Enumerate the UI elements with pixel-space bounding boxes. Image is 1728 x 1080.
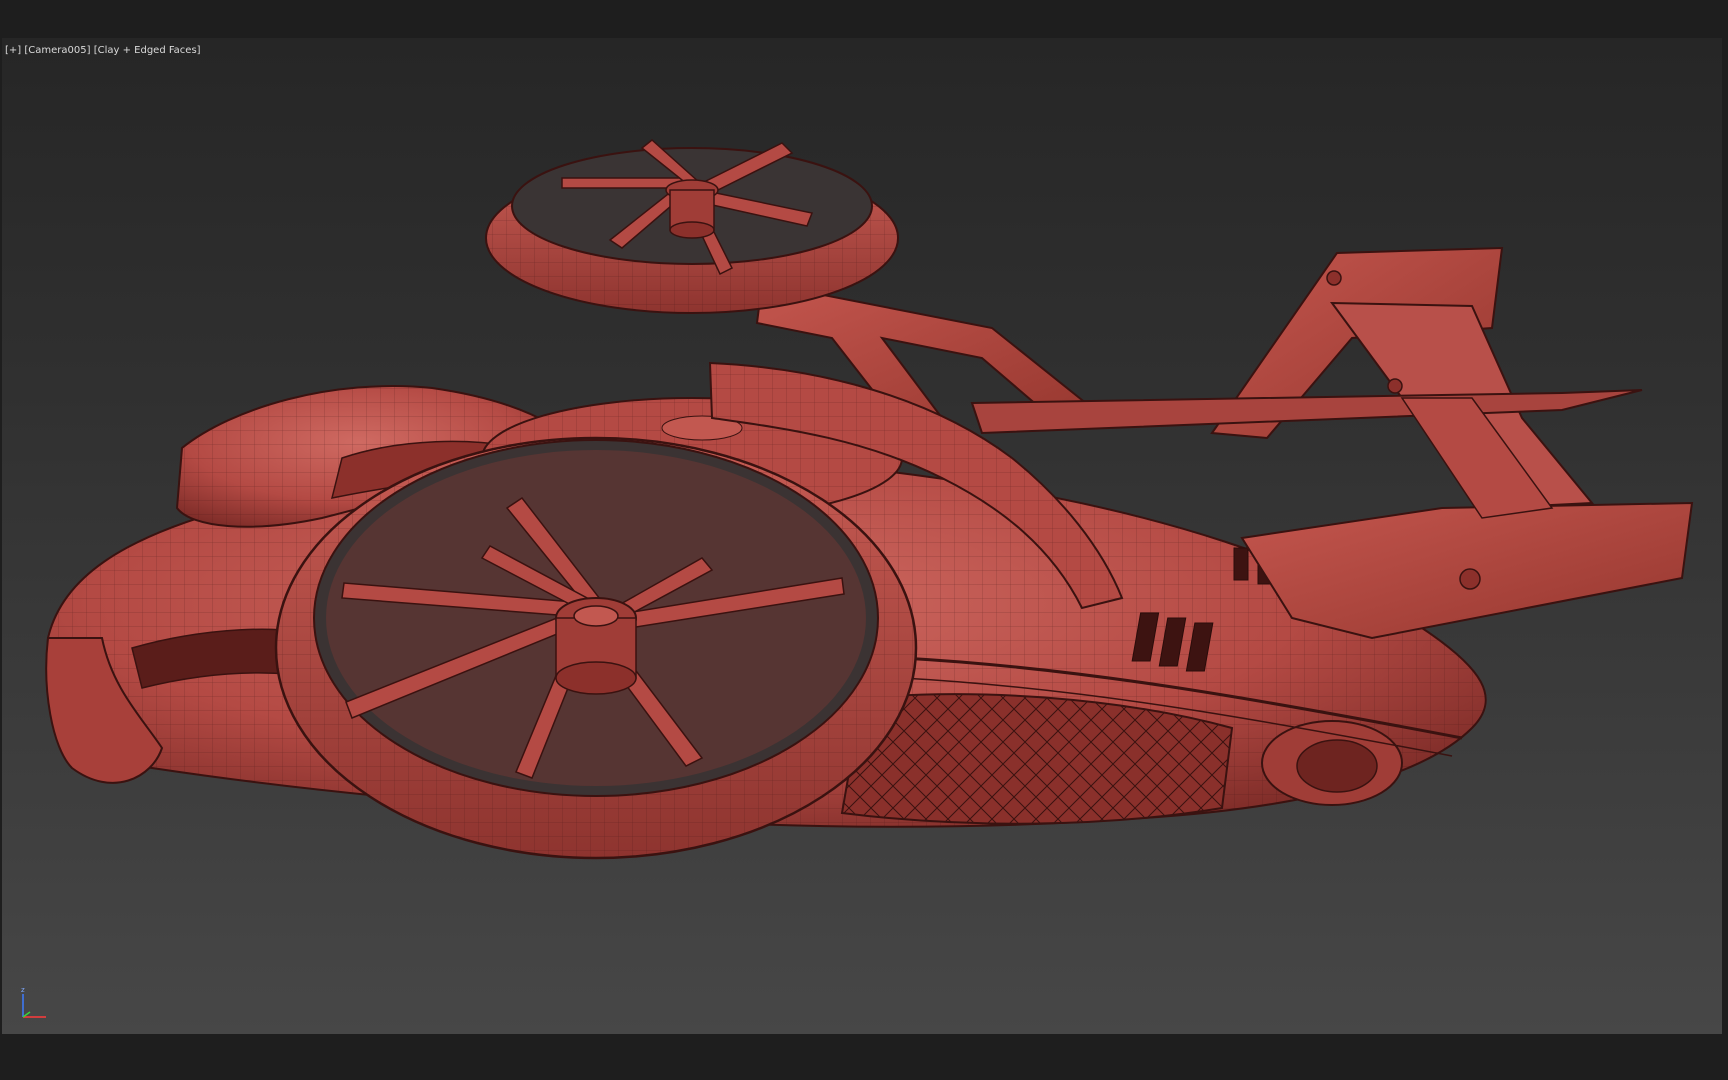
xyz-axis-icon: z	[18, 982, 58, 1022]
top-rotor[interactable]	[485, 139, 899, 314]
app-window: [+] [Camera005] [Clay + Edged Faces] z	[0, 0, 1728, 1080]
viewport-scene[interactable]	[2, 38, 1722, 1034]
bottom-bar	[0, 1034, 1728, 1080]
front-rotor[interactable]	[274, 436, 918, 860]
top-bar	[0, 0, 1728, 38]
viewport-camera[interactable]: [+] [Camera005] [Clay + Edged Faces] z	[2, 38, 1722, 1034]
axis-z-label: z	[21, 986, 25, 994]
